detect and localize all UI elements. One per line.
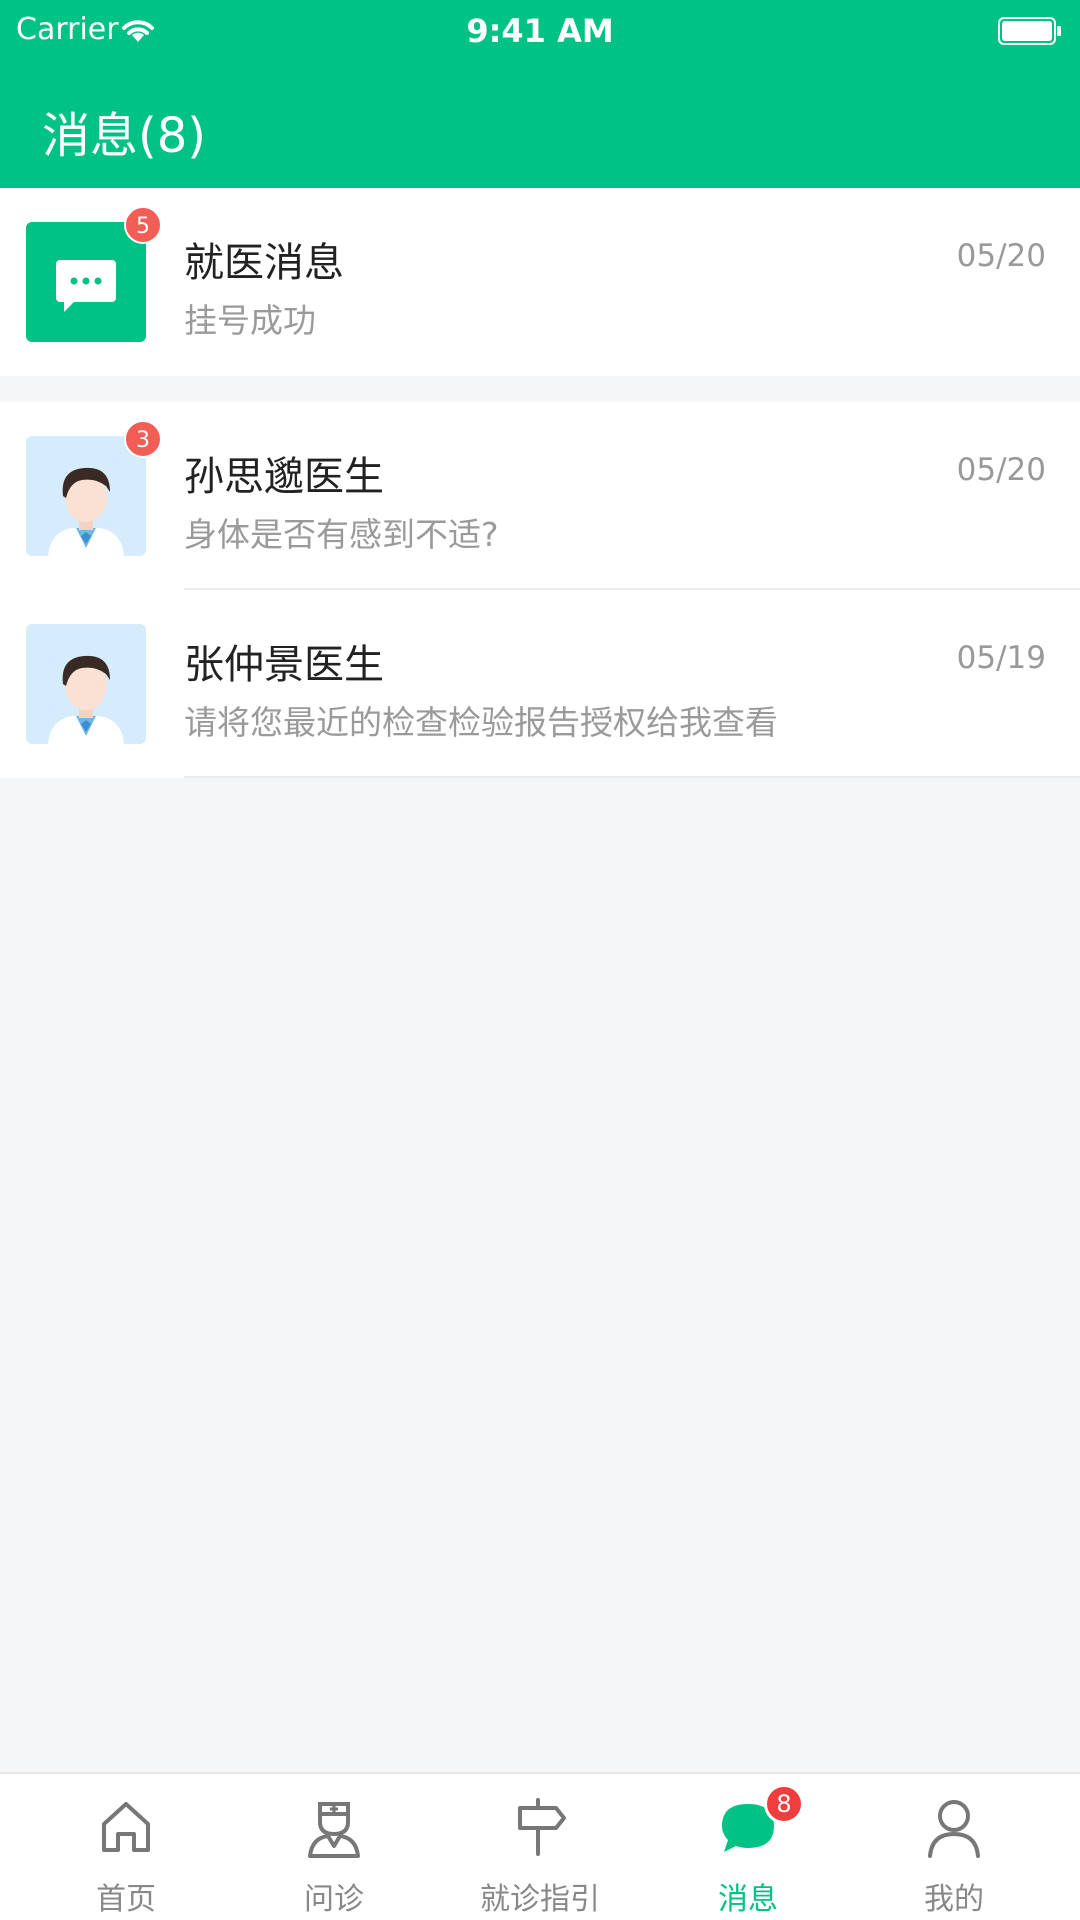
divider — [184, 776, 1080, 778]
app-root: Carrier 9:41 AM 消息(8) 5 就医消息 挂号成功 05/20 … — [0, 0, 1080, 1920]
status-bar: Carrier 9:41 AM — [0, 0, 1080, 64]
chat-bubble-icon — [26, 222, 146, 342]
tab-label: 问诊 — [304, 1882, 364, 1917]
tab-messages[interactable]: 8 消息 — [640, 1774, 856, 1920]
unread-badge: 3 — [124, 420, 162, 458]
tab-home[interactable]: 首页 — [18, 1774, 234, 1920]
page-title: 消息(8) — [42, 108, 206, 164]
tab-bar: 首页 问诊 就诊指引 8 消息 我的 — [0, 1772, 1080, 1920]
message-item-doctor-sun[interactable]: 3 孙思邈医生 身体是否有感到不适? 05/20 — [0, 402, 1080, 590]
tab-label: 我的 — [924, 1882, 984, 1917]
message-preview: 挂号成功 — [184, 301, 316, 340]
message-title: 就医消息 — [184, 240, 344, 286]
clock: 9:41 AM — [466, 12, 614, 50]
message-list: 5 就医消息 挂号成功 05/20 3 孙思邈医生 身体是否有感到不适? 05/… — [0, 188, 1080, 778]
header: Carrier 9:41 AM 消息(8) — [0, 0, 1080, 188]
message-date: 05/19 — [956, 640, 1046, 676]
tab-label: 就诊指引 — [480, 1882, 600, 1917]
tab-mine[interactable]: 我的 — [846, 1774, 1062, 1920]
doctor-avatar — [26, 624, 146, 744]
tab-label: 消息 — [718, 1882, 778, 1917]
unread-badge: 5 — [124, 206, 162, 244]
message-date: 05/20 — [956, 452, 1046, 488]
doctor-avatar — [26, 436, 146, 556]
message-title: 孙思邈医生 — [184, 454, 384, 500]
section-gap — [0, 376, 1080, 402]
message-preview: 请将您最近的检查检验报告授权给我查看 — [184, 703, 778, 742]
message-item-doctor-zhang[interactable]: 张仲景医生 请将您最近的检查检验报告授权给我查看 05/19 — [0, 590, 1080, 778]
battery-icon — [998, 17, 1061, 45]
nurse-icon — [308, 1802, 360, 1858]
user-icon — [928, 1800, 980, 1858]
tab-badge: 8 — [764, 1784, 804, 1824]
message-item-medical[interactable]: 5 就医消息 挂号成功 05/20 — [0, 188, 1080, 376]
message-preview: 身体是否有感到不适? — [184, 515, 499, 554]
tab-guide[interactable]: 就诊指引 — [432, 1774, 648, 1920]
tab-label: 首页 — [96, 1882, 156, 1917]
home-icon — [102, 1802, 150, 1852]
signpost-icon — [518, 1798, 566, 1856]
message-title: 张仲景医生 — [184, 642, 384, 688]
tab-consult[interactable]: 问诊 — [226, 1774, 442, 1920]
message-date: 05/20 — [956, 238, 1046, 274]
